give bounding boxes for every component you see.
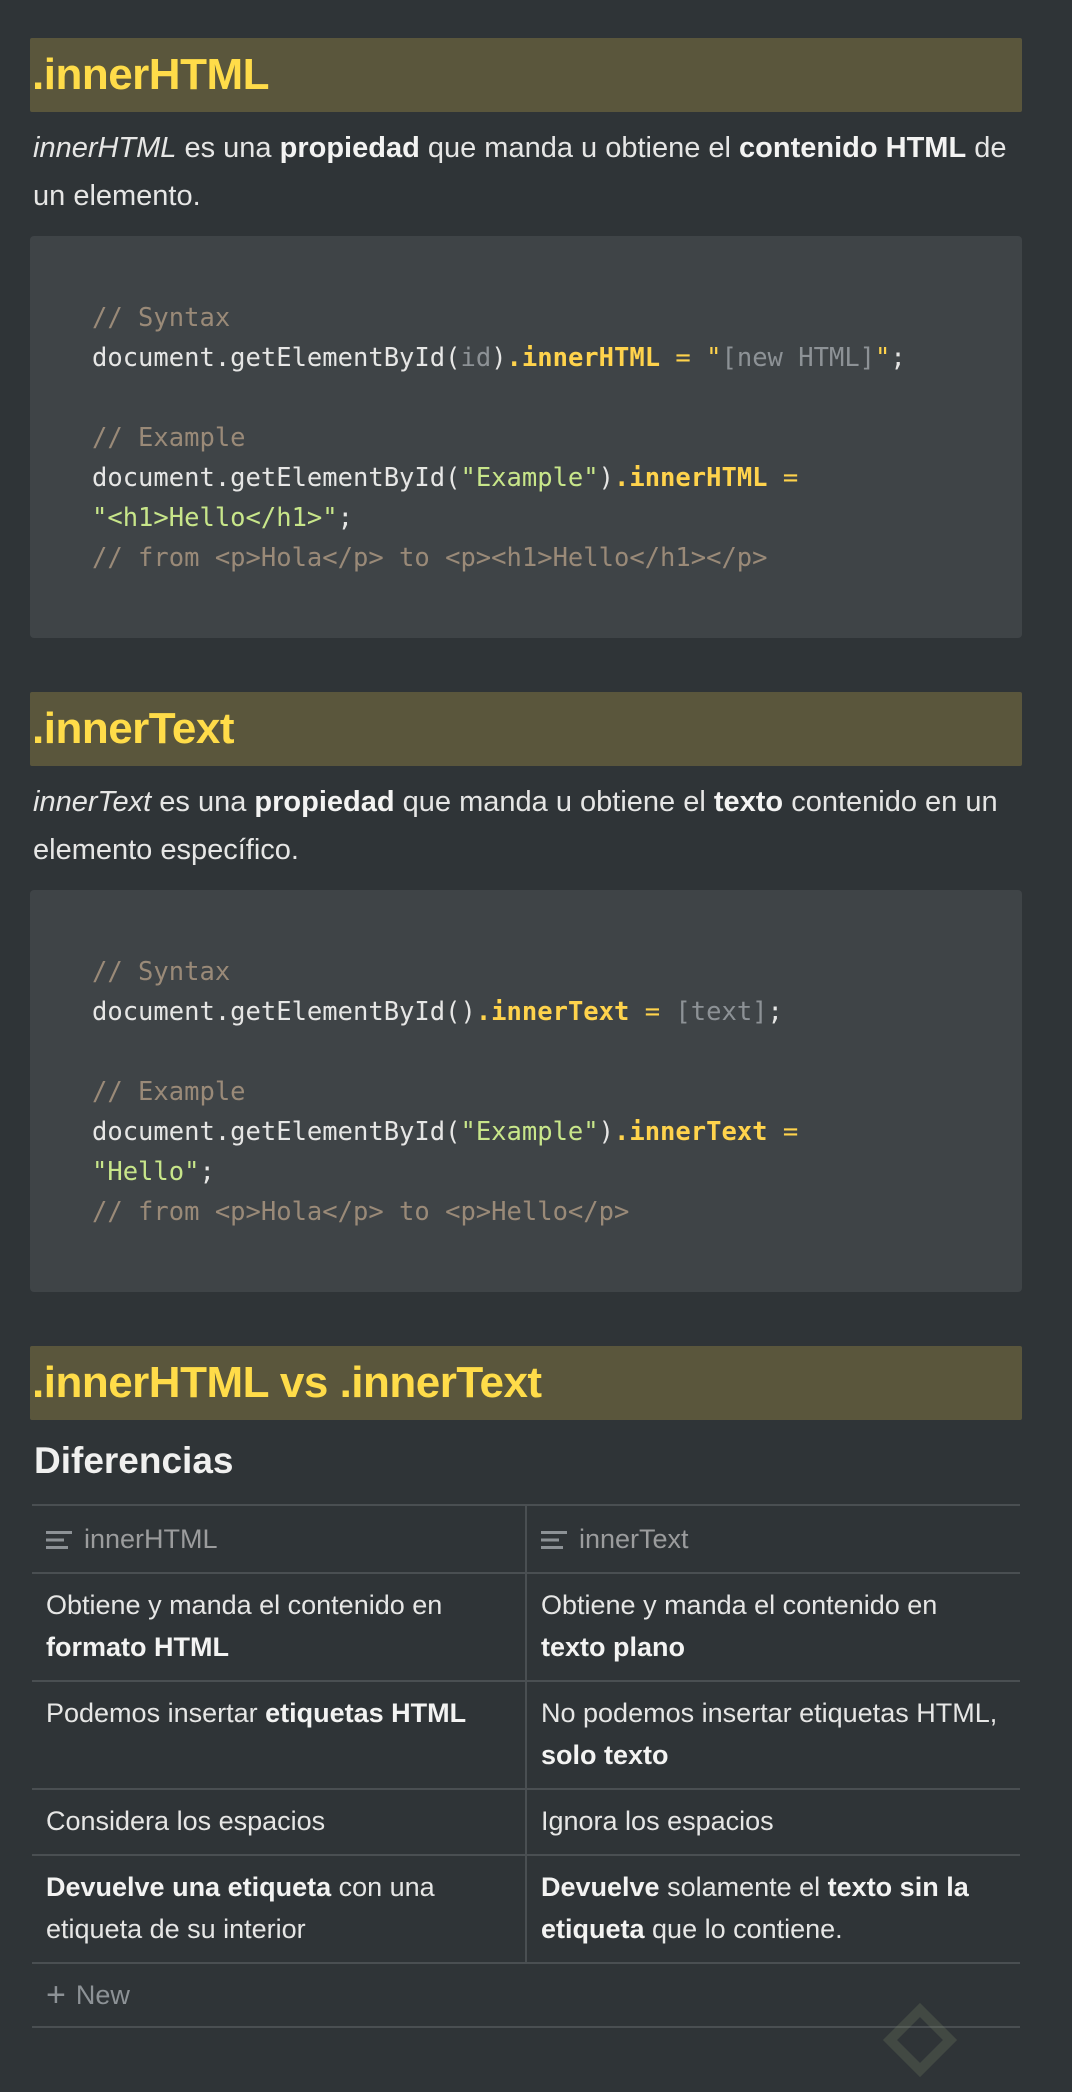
code-value: [text]	[675, 997, 768, 1027]
desc-text: que manda u obtiene el	[419, 132, 740, 164]
section-title: .innerHTML vs .innerText	[32, 1358, 542, 1407]
desc-bold: texto	[713, 786, 784, 818]
code-arg: id	[460, 343, 492, 373]
cell-bold: texto plano	[541, 1632, 686, 1662]
cell-bold: etiquetas HTML	[265, 1698, 467, 1728]
desc-bold: propiedad	[279, 132, 420, 164]
platzi-logo-icon	[882, 2002, 958, 2078]
text-lines-icon	[46, 1531, 72, 1549]
table-cell[interactable]: Devuelve una etiqueta con una etiqueta d…	[32, 1854, 526, 1964]
code-block-innerhtml[interactable]: // Syntax document.getElementById(id).in…	[30, 236, 1022, 638]
comparison-table: innerHTML innerText Obtiene y manda el c…	[32, 1504, 1020, 1964]
section-heading-innerhtml: .innerHTML	[30, 38, 1022, 112]
code-semicolon: ;	[199, 1157, 215, 1187]
desc-text: es una	[176, 132, 280, 164]
code-semicolon: ;	[890, 343, 906, 373]
code-property: .innerText	[614, 1117, 768, 1147]
plus-icon: +	[46, 1976, 66, 2014]
code-string: "Example"	[460, 463, 599, 493]
code-string: "<h1>Hello</h1>"	[92, 503, 338, 533]
code-string: "Example"	[460, 1117, 599, 1147]
desc-text: es una	[151, 786, 255, 818]
code-comment: // from <p>Hola</p> to <p><h1>Hello</h1>…	[92, 543, 768, 573]
cell-text: Considera los espacios	[46, 1806, 326, 1836]
cell-bold: Devuelve	[541, 1872, 660, 1902]
desc-bold: propiedad	[254, 786, 395, 818]
table-cell[interactable]: Considera los espacios	[32, 1788, 526, 1856]
section-title: .innerHTML	[32, 50, 269, 99]
cell-text: solamente el	[659, 1872, 828, 1902]
code-operator: =	[629, 997, 676, 1027]
code-semicolon: ;	[337, 503, 353, 533]
code-comment: // from <p>Hola</p> to <p>Hello</p>	[92, 1197, 630, 1227]
code-quote: "	[875, 343, 891, 373]
code-comment: // Example	[92, 1077, 246, 1107]
code-semicolon: ;	[767, 997, 783, 1027]
desc-subject: innerHTML	[33, 132, 177, 164]
table-row: Podemos insertar etiquetas HTML No podem…	[32, 1680, 1020, 1790]
code-object: document.getElementById(	[92, 1117, 461, 1147]
code-value: [new HTML]	[721, 343, 876, 373]
code-paren: )	[598, 463, 614, 493]
desc-subject: innerText	[33, 786, 152, 818]
section-heading-innertext: .innerText	[30, 692, 1022, 766]
cell-text: Ignora los espacios	[541, 1806, 774, 1836]
table-row: Obtiene y manda el contenido en formato …	[32, 1572, 1020, 1682]
code-comment: // Example	[92, 423, 246, 453]
code-paren: )	[598, 1117, 614, 1147]
cell-text: No podemos insertar etiquetas HTML,	[541, 1698, 998, 1728]
table-row: Considera los espacios Ignora los espaci…	[32, 1788, 1020, 1856]
code-block-innertext[interactable]: // Syntax document.getElementById().inne…	[30, 890, 1022, 1292]
code-comment: // Syntax	[92, 957, 231, 987]
code-property: .innerHTML	[614, 463, 768, 493]
code-paren: )	[460, 997, 476, 1027]
cell-bold: formato HTML	[46, 1632, 229, 1662]
subheading-diferencias: Diferencias	[34, 1440, 234, 1481]
desc-text: que manda u obtiene el	[394, 786, 714, 818]
column-header-innerhtml[interactable]: innerHTML	[32, 1504, 526, 1574]
section-description: innerText es una propiedad que manda u o…	[30, 766, 1022, 874]
table-row: Devuelve una etiqueta con una etiqueta d…	[32, 1854, 1020, 1964]
cell-text: Podemos insertar	[46, 1698, 266, 1728]
code-quote: "	[706, 343, 722, 373]
table-cell[interactable]: Devuelve solamente el texto sin la etiqu…	[525, 1854, 1020, 1964]
table-cell[interactable]: Podemos insertar etiquetas HTML	[32, 1680, 526, 1790]
code-property: .innerText	[475, 997, 630, 1027]
cell-text: que lo contiene.	[644, 1914, 843, 1944]
code-string: "Hello"	[92, 1157, 200, 1187]
section-title: .innerText	[32, 704, 235, 753]
code-comment: // Syntax	[92, 303, 231, 333]
code-object: document.getElementById(	[92, 463, 461, 493]
code-object: document.getElementById(	[92, 343, 461, 373]
code-object: document.getElementById(	[92, 997, 461, 1027]
column-header-label: innerHTML	[84, 1524, 218, 1554]
code-paren: )	[491, 343, 507, 373]
cell-text: Obtiene y manda el contenido en	[541, 1590, 938, 1620]
table-header-row: innerHTML innerText	[32, 1504, 1020, 1574]
section-heading-comparison: .innerHTML vs .innerText	[30, 1346, 1022, 1420]
new-row-button[interactable]: + New	[32, 1964, 1020, 2028]
table-cell[interactable]: Obtiene y manda el contenido en formato …	[32, 1572, 526, 1682]
code-operator: =	[767, 463, 799, 493]
cell-text: Obtiene y manda el contenido en	[46, 1590, 443, 1620]
cell-bold: Devuelve una etiqueta	[46, 1872, 332, 1902]
cell-bold: solo texto	[541, 1740, 669, 1770]
page: .innerHTML innerHTML es una propiedad qu…	[30, 38, 1022, 2028]
code-property: .innerHTML	[506, 343, 661, 373]
section-description: innerHTML es una propiedad que manda u o…	[30, 112, 1022, 220]
table-cell[interactable]: Ignora los espacios	[525, 1788, 1020, 1856]
code-operator: =	[660, 343, 707, 373]
table-cell[interactable]: Obtiene y manda el contenido en texto pl…	[525, 1572, 1020, 1682]
code-operator: =	[767, 1117, 799, 1147]
text-lines-icon	[541, 1531, 567, 1549]
table-cell[interactable]: No podemos insertar etiquetas HTML, solo…	[525, 1680, 1020, 1790]
new-row-label: New	[75, 1979, 130, 2010]
desc-bold: contenido HTML	[739, 132, 967, 164]
column-header-label: innerText	[579, 1524, 689, 1554]
column-header-innertext[interactable]: innerText	[525, 1504, 1020, 1574]
